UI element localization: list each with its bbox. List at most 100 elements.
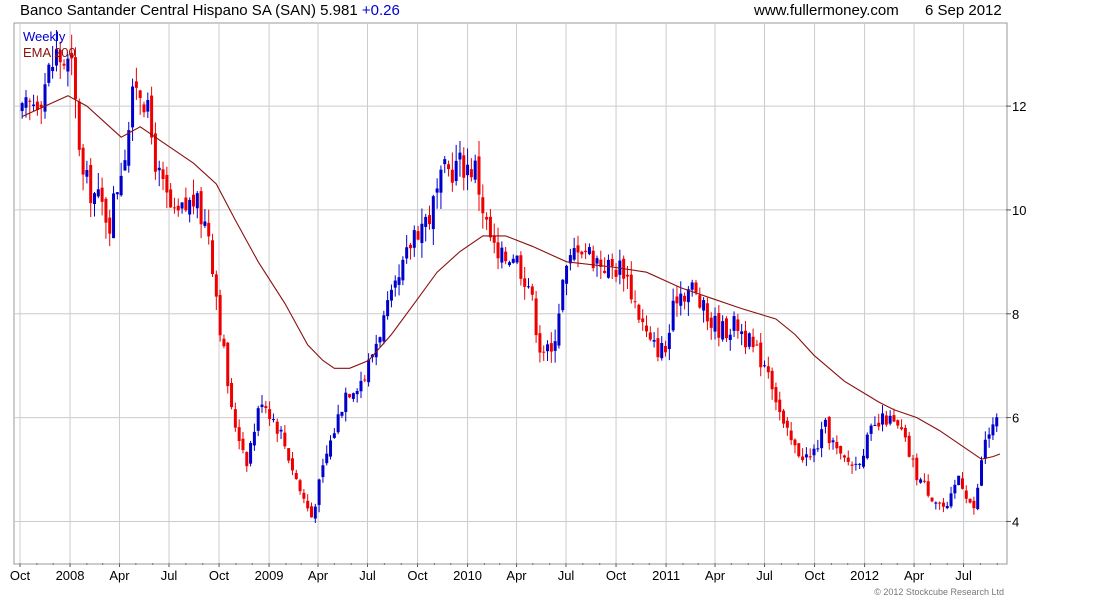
candle-body: [89, 165, 93, 204]
candle-body: [530, 286, 534, 295]
candle-body: [260, 404, 264, 408]
candle-body: [420, 223, 424, 244]
y-tick-label: 10: [1012, 203, 1026, 218]
candle-body: [941, 502, 945, 507]
candle-body: [953, 484, 957, 494]
candle-body: [896, 420, 900, 426]
candle-body: [211, 240, 215, 275]
x-tick-label: Jul: [756, 568, 773, 583]
candle-body: [854, 463, 858, 465]
candle-body: [47, 64, 51, 83]
candle-body: [625, 274, 629, 277]
candle-body: [382, 315, 386, 342]
candle-body: [496, 242, 500, 259]
candle-body: [793, 439, 797, 446]
candle-body: [115, 192, 119, 195]
candle-body: [694, 282, 698, 293]
x-tick-label: Jul: [955, 568, 972, 583]
candle-body: [606, 259, 610, 278]
legend-weekly: Weekly: [23, 29, 66, 44]
candle-body: [51, 66, 55, 72]
candle-body: [584, 250, 588, 253]
candle-body: [431, 196, 435, 230]
candle-body: [991, 424, 995, 436]
candle-body: [169, 189, 173, 208]
candle-body: [960, 478, 964, 489]
candle-body: [180, 202, 184, 209]
candle-body: [679, 293, 683, 306]
candle-body: [534, 298, 538, 336]
candle-body: [572, 248, 576, 260]
candle-body: [279, 429, 283, 432]
candle-body: [458, 152, 462, 160]
candle-body: [667, 332, 671, 350]
candle-body: [127, 130, 131, 166]
candle-body: [119, 175, 123, 196]
candle-body: [252, 431, 256, 446]
candle-body: [949, 493, 953, 507]
candle-body: [321, 465, 325, 478]
candle-body: [306, 500, 310, 509]
candle-body: [24, 97, 28, 108]
candle-body: [367, 359, 371, 383]
candle-body: [565, 265, 569, 284]
candle-body: [747, 333, 751, 347]
candle-body: [408, 244, 412, 249]
candle-body: [138, 90, 142, 99]
candle-body: [416, 231, 420, 240]
candle-body: [888, 415, 892, 424]
candle-body: [207, 222, 211, 237]
candle-body: [542, 351, 546, 353]
candle-body: [903, 427, 907, 438]
candle-body: [131, 86, 135, 128]
candle-body: [511, 258, 515, 263]
candle-body: [610, 259, 614, 267]
candle-body: [637, 304, 641, 320]
candle-body: [523, 278, 527, 287]
candle-body: [823, 419, 827, 427]
candle-body: [397, 277, 401, 285]
candle-body: [500, 247, 504, 263]
x-tick-label: 2012: [850, 568, 879, 583]
candle-body: [309, 506, 313, 518]
candle-body: [428, 215, 432, 225]
candle-body: [831, 440, 835, 443]
candle-body: [222, 338, 226, 347]
candle-body: [713, 315, 717, 332]
candle-body: [782, 410, 786, 424]
candle-body: [477, 156, 481, 195]
candle-body: [553, 341, 557, 351]
candle-body: [150, 95, 154, 138]
candle-body: [690, 282, 694, 290]
candle-body: [363, 379, 367, 381]
candle-body: [73, 57, 77, 100]
candle-body: [698, 295, 702, 308]
candle-body: [123, 160, 127, 171]
candle-body: [671, 300, 675, 331]
candle-body: [645, 325, 649, 332]
candle-body: [664, 345, 668, 353]
y-axis: 4 6 8 10 12: [1006, 99, 1026, 529]
candle-body: [191, 194, 195, 207]
candle-body: [576, 245, 580, 253]
candle-body: [839, 445, 843, 454]
candle-body: [226, 342, 230, 387]
candle-body: [827, 417, 831, 444]
candle-body: [633, 301, 637, 303]
candle-body: [351, 393, 355, 399]
candle-body: [976, 487, 980, 510]
candle-body: [816, 448, 820, 450]
candle-body: [195, 193, 199, 209]
y-tick-label: 6: [1012, 411, 1019, 426]
candle-body: [652, 340, 656, 342]
candle-body: [112, 193, 116, 239]
candle-body: [439, 169, 443, 193]
candle-body: [580, 251, 584, 255]
candle-body: [675, 296, 679, 304]
candle-body: [28, 100, 32, 102]
candle-body: [233, 409, 237, 428]
candle-body: [100, 187, 104, 202]
x-tick-label: 2008: [56, 568, 85, 583]
candle-body: [911, 458, 915, 460]
candle-body: [466, 164, 470, 176]
